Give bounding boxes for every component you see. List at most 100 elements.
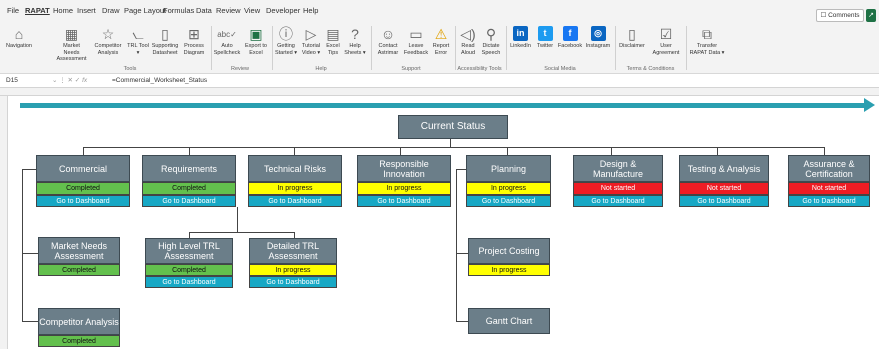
- technical-risks-status: In progress: [248, 182, 342, 195]
- timeline-arrow-bar: [20, 103, 866, 108]
- market-needs-box[interactable]: Market Needs Assessment: [38, 237, 120, 264]
- excel-icon: ▣: [249, 26, 263, 42]
- market-needs-button[interactable]: ▦ Market Needs Assessment: [55, 26, 88, 63]
- comments-button[interactable]: ☐ Comments: [816, 9, 864, 22]
- assurance-certification-box[interactable]: Assurance & Certification: [788, 155, 870, 182]
- export-to-excel-button[interactable]: ▣ Export to Excel: [242, 26, 270, 56]
- checkbox-icon: ☑: [659, 26, 673, 42]
- connector: [83, 147, 84, 155]
- warning-icon: ⚠: [434, 26, 448, 42]
- name-box[interactable]: D15: [6, 74, 52, 87]
- navigation-button[interactable]: ⌂ Navigation: [4, 26, 34, 50]
- planning-dashboard-link[interactable]: Go to Dashboard: [466, 195, 551, 207]
- help-sheets-button[interactable]: ? Help Sheets ▾: [343, 26, 367, 56]
- process-diagram-button[interactable]: ⊞ Process Diagram: [182, 26, 206, 56]
- group-tools-label: Tools: [123, 66, 137, 72]
- share-icon[interactable]: ↗: [866, 9, 876, 22]
- trl-tool-button[interactable]: ⦦ TRL Tool ▾: [127, 26, 149, 56]
- instagram-button[interactable]: ◎ Instagram: [584, 26, 612, 50]
- menu-page-layout[interactable]: Page Layout: [124, 6, 166, 15]
- menu-home[interactable]: Home: [53, 6, 73, 15]
- commercial-dashboard-link[interactable]: Go to Dashboard: [36, 195, 130, 207]
- menu-draw[interactable]: Draw: [102, 6, 120, 15]
- group-social-label: Social Media: [544, 66, 576, 72]
- technical-risks-dashboard-link[interactable]: Go to Dashboard: [248, 195, 342, 207]
- current-status-box: Current Status: [398, 115, 508, 139]
- connector: [456, 169, 457, 322]
- menu-data[interactable]: Data: [196, 6, 212, 15]
- disclaimer-button[interactable]: ▯ Disclaimer: [618, 26, 646, 50]
- comments-label: Comments: [828, 12, 860, 19]
- connector: [189, 232, 295, 233]
- excel-tips-icon: ▤: [326, 26, 340, 42]
- menu-file[interactable]: File: [7, 6, 19, 15]
- linkedin-button[interactable]: in LinkedIn: [508, 26, 533, 50]
- gantt-chart-box[interactable]: Gantt Chart: [468, 308, 550, 334]
- menu-rapat[interactable]: RAPAT: [25, 6, 50, 15]
- leave-feedback-button[interactable]: ▭ Leave Feedback: [403, 26, 429, 56]
- detailed-trl-dashboard-link[interactable]: Go to Dashboard: [249, 276, 337, 288]
- group-terms-label: Terms & Conditions: [626, 66, 675, 72]
- competitor-analysis-box[interactable]: Competitor Analysis: [38, 308, 120, 335]
- supporting-datasheet-button[interactable]: ▯ Supporting Datasheet: [150, 26, 180, 56]
- detailed-trl-box[interactable]: Detailed TRL Assessment: [249, 238, 337, 264]
- auto-spellcheck-button[interactable]: abc✓ Auto Spellcheck: [213, 26, 241, 56]
- design-manufacture-dashboard-link[interactable]: Go to Dashboard: [573, 195, 663, 207]
- dictate-speech-button[interactable]: ⚲ Dictate Speech: [480, 26, 502, 56]
- menu-view[interactable]: View: [244, 6, 260, 15]
- connector: [22, 169, 36, 170]
- connector: [22, 321, 38, 322]
- group-help-label: Help: [315, 66, 327, 72]
- connector: [294, 147, 295, 155]
- transfer-icon: ⧉: [702, 26, 712, 42]
- high-level-trl-dashboard-link[interactable]: Go to Dashboard: [145, 276, 233, 288]
- competitor-analysis-status: Completed: [38, 335, 120, 347]
- high-level-trl-box[interactable]: High Level TRL Assessment: [145, 238, 233, 264]
- technical-risks-box[interactable]: Technical Risks: [248, 155, 342, 182]
- facebook-button[interactable]: f Facebook: [557, 26, 583, 50]
- formula-bar: D15 ⌄ ⋮ ✕ ✓ fx =Commercial_Worksheet_Sta…: [0, 74, 879, 88]
- menu-formulas[interactable]: Formulas: [163, 6, 194, 15]
- document-icon: ▯: [161, 26, 169, 42]
- speech-bubble-icon: ▭: [409, 26, 423, 42]
- formula-input[interactable]: =Commercial_Worksheet_Status: [112, 74, 207, 88]
- requirements-box[interactable]: Requirements: [142, 155, 236, 182]
- ribbon-separator: [506, 26, 507, 70]
- instagram-icon: ◎: [590, 26, 606, 41]
- transfer-rapat-data-button[interactable]: ⧉ Transfer RAPAT Data ▾: [688, 26, 726, 56]
- requirements-dashboard-link[interactable]: Go to Dashboard: [142, 195, 236, 207]
- commercial-box[interactable]: Commercial: [36, 155, 130, 182]
- report-error-button[interactable]: ⚠ Report Error: [430, 26, 452, 56]
- project-costing-status: In progress: [468, 264, 550, 276]
- grid-icon: ▦: [64, 26, 79, 42]
- read-aloud-button[interactable]: ◁) Read Aloud: [457, 26, 479, 56]
- testing-analysis-dashboard-link[interactable]: Go to Dashboard: [679, 195, 769, 207]
- assurance-certification-dashboard-link[interactable]: Go to Dashboard: [788, 195, 870, 207]
- responsible-innovation-box[interactable]: Responsible Innovation: [357, 155, 451, 182]
- tutorial-video-button[interactable]: ▷ Tutorial Video ▾: [299, 26, 323, 56]
- testing-analysis-box[interactable]: Testing & Analysis: [679, 155, 769, 182]
- competitor-analysis-button[interactable]: ☆ Competitor Analysis: [92, 26, 124, 56]
- project-costing-box[interactable]: Project Costing: [468, 238, 550, 264]
- responsible-innovation-dashboard-link[interactable]: Go to Dashboard: [357, 195, 451, 207]
- ribbon: ⌂ Navigation ▦ Market Needs Assessment ☆ Co…: [0, 22, 879, 74]
- commercial-status: Completed: [36, 182, 130, 195]
- menu-review[interactable]: Review: [216, 6, 241, 15]
- getting-started-button[interactable]: ⓘ Getting Started ▾: [274, 26, 298, 56]
- user-agreement-button[interactable]: ☑ User Agreement: [648, 26, 684, 56]
- planning-box[interactable]: Planning: [466, 155, 551, 182]
- document-icon: ▯: [628, 26, 636, 42]
- house-icon: ⌂: [14, 26, 24, 42]
- excel-tips-button[interactable]: ▤ Excel Tips: [324, 26, 342, 56]
- twitter-button[interactable]: t Twitter: [534, 26, 556, 50]
- ribbon-separator: [371, 26, 372, 70]
- menu-insert[interactable]: Insert: [77, 6, 96, 15]
- ribbon-separator: [455, 26, 456, 70]
- formula-icons: ⌄ ⋮ ✕ ✓ fx: [52, 77, 88, 84]
- contact-astrimar-button[interactable]: ☺ Contact Astrimar: [374, 26, 402, 56]
- menu-help[interactable]: Help: [303, 6, 318, 15]
- menu-developer[interactable]: Developer: [266, 6, 300, 15]
- design-manufacture-box[interactable]: Design & Manufacture: [573, 155, 663, 182]
- fx-icon[interactable]: fx: [82, 77, 87, 84]
- connector: [22, 169, 23, 322]
